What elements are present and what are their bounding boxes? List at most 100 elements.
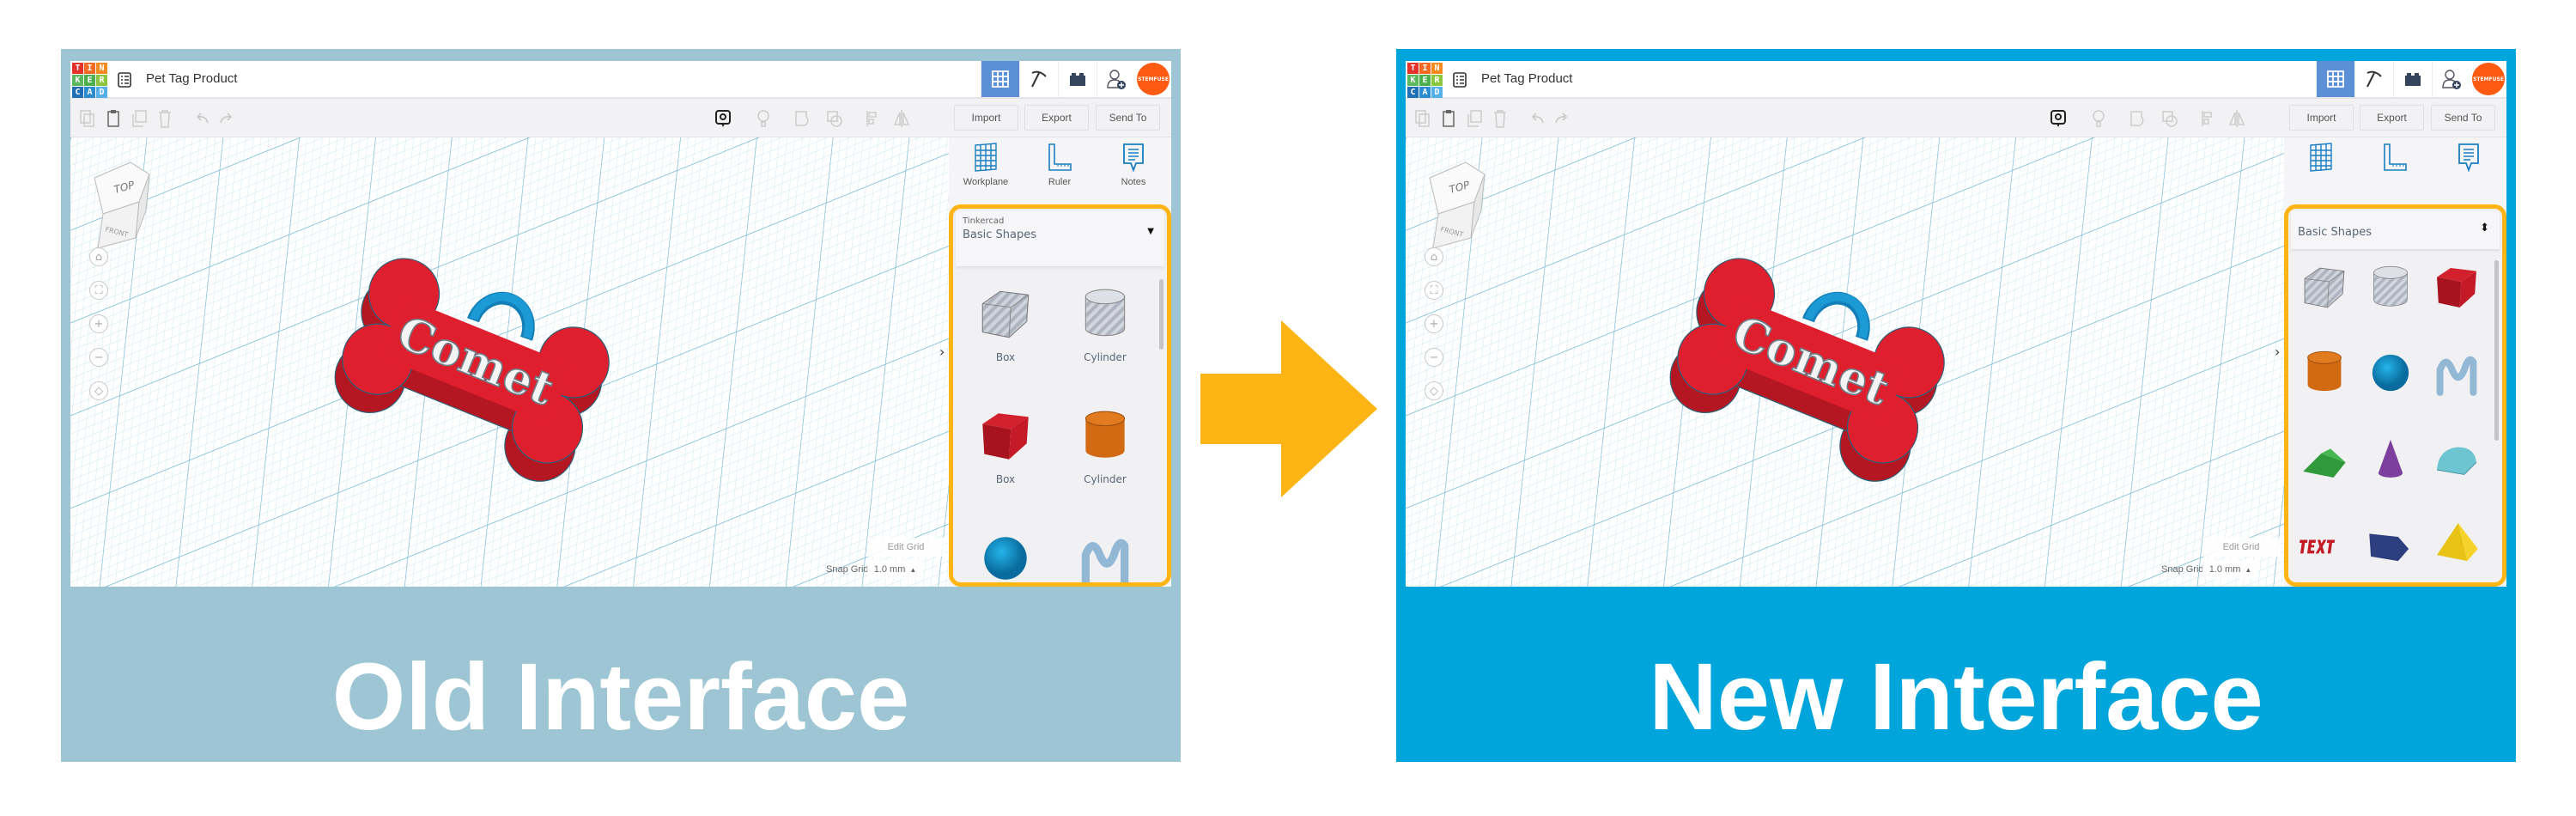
bricks-button[interactable]: [2393, 61, 2432, 97]
user-avatar[interactable]: STEMFUSE: [2472, 63, 2505, 95]
snap-grid-select[interactable]: 1.0 mm ▲: [2202, 560, 2258, 579]
import-button[interactable]: Import: [954, 105, 1018, 131]
zoom-out-button[interactable]: −: [1425, 348, 1443, 367]
shape-item-round-roof[interactable]: [2424, 427, 2490, 512]
shapes-scrollbar[interactable]: [1159, 279, 1163, 350]
redo-icon[interactable]: [1553, 109, 1571, 128]
shape-item-box[interactable]: [2424, 257, 2490, 342]
shape-item-box[interactable]: Box: [956, 398, 1055, 520]
light-bulb-icon[interactable]: [755, 109, 772, 128]
home-view-button[interactable]: ⌂: [1425, 247, 1443, 266]
collapse-panel-icon[interactable]: ›: [939, 344, 945, 360]
shape-category-dropdown[interactable]: Basic Shapes ⬍: [2291, 211, 2500, 249]
duplicate-icon[interactable]: [131, 109, 148, 128]
edit-grid-button[interactable]: Edit Grid: [2202, 538, 2280, 557]
send-to-button[interactable]: Send To: [1096, 105, 1160, 131]
undo-icon[interactable]: [193, 109, 210, 128]
tinkercad-logo[interactable]: TIN KER CAD: [72, 63, 107, 98]
library-source-label: Tinkercad: [963, 216, 1005, 226]
shape-item-cylinder[interactable]: [2291, 342, 2357, 427]
3d-design-button[interactable]: [981, 61, 1019, 97]
view-cube[interactable]: TOP FRONT: [86, 159, 155, 253]
shape-item-cone[interactable]: [2357, 427, 2423, 512]
workplane-tool[interactable]: [2284, 143, 2358, 199]
shape-item-sphere[interactable]: [956, 520, 1055, 582]
bricks-button[interactable]: [1058, 61, 1097, 97]
shape-category-dropdown[interactable]: Tinkercad Basic Shapes ▼: [956, 211, 1164, 266]
invite-user-button[interactable]: [2432, 61, 2470, 97]
logo-letter: E: [84, 75, 95, 86]
align-icon[interactable]: [865, 109, 882, 128]
shape-item-box-hole[interactable]: Box: [956, 276, 1055, 398]
import-button[interactable]: Import: [2289, 105, 2354, 131]
duplicate-icon[interactable]: [1466, 109, 1483, 128]
export-button[interactable]: Export: [1024, 105, 1089, 131]
light-bulb-icon[interactable]: [2090, 109, 2107, 128]
shape-item-cylinder-hole[interactable]: Cylinder: [1055, 276, 1155, 398]
ungroup-icon[interactable]: [2161, 109, 2178, 128]
user-avatar[interactable]: STEMFUSE: [1137, 63, 1170, 95]
zoom-in-button[interactable]: +: [89, 314, 108, 333]
copy-icon[interactable]: [1414, 109, 1431, 128]
align-icon[interactable]: [2200, 109, 2217, 128]
shape-item-roof[interactable]: [2291, 427, 2357, 512]
design-title[interactable]: Pet Tag Product: [1481, 71, 1572, 86]
view-cube[interactable]: TOP FRONT: [1421, 159, 1490, 253]
design-list-icon[interactable]: [118, 72, 131, 88]
fit-view-button[interactable]: ⛶: [1425, 281, 1443, 300]
collapse-panel-icon[interactable]: ›: [2275, 344, 2280, 360]
paste-icon[interactable]: [105, 109, 122, 128]
delete-icon[interactable]: [156, 109, 173, 128]
arrow-shape: [1200, 320, 1377, 497]
shape-item-sphere[interactable]: [2357, 342, 2423, 427]
logo-letter: K: [1407, 75, 1419, 86]
cylinder-hole-shape-icon: [2373, 265, 2408, 307]
notes-tool[interactable]: [2432, 143, 2506, 199]
snap-grid-select[interactable]: 1.0 mm ▲: [867, 560, 923, 579]
shape-item-cylinder-hole[interactable]: [2357, 257, 2423, 342]
zoom-out-button[interactable]: −: [89, 348, 108, 367]
notes-tool[interactable]: Notes: [1097, 143, 1170, 199]
edit-grid-button[interactable]: Edit Grid: [867, 538, 945, 557]
group-icon[interactable]: [2129, 109, 2147, 128]
redo-icon[interactable]: [218, 109, 235, 128]
paste-icon[interactable]: [1440, 109, 1457, 128]
shape-item-scribble[interactable]: [1055, 520, 1155, 582]
send-to-button[interactable]: Send To: [2431, 105, 2495, 131]
circuits-button[interactable]: [2354, 61, 2393, 97]
shape-item-text[interactable]: [2291, 512, 2357, 582]
group-icon[interactable]: [794, 109, 811, 128]
3d-design-button[interactable]: [2316, 61, 2354, 97]
perspective-button[interactable]: ◇: [89, 381, 108, 400]
ruler-tool[interactable]: [2358, 143, 2432, 199]
ruler-tool[interactable]: Ruler: [1023, 143, 1097, 199]
shape-item-cylinder[interactable]: Cylinder: [1055, 398, 1155, 520]
logo-letter: C: [1407, 87, 1419, 98]
workplane-tool[interactable]: Workplane: [949, 143, 1023, 199]
shape-item-pyramid[interactable]: [2424, 512, 2490, 582]
invite-user-button[interactable]: [1097, 61, 1135, 97]
pet-tag-model[interactable]: Comet: [1639, 241, 1983, 498]
ungroup-icon[interactable]: [826, 109, 843, 128]
perspective-button[interactable]: ◇: [1425, 381, 1443, 400]
undo-icon[interactable]: [1528, 109, 1546, 128]
fit-view-button[interactable]: ⛶: [89, 281, 108, 300]
design-title[interactable]: Pet Tag Product: [146, 71, 237, 86]
copy-icon[interactable]: [79, 109, 96, 128]
tinkercad-logo[interactable]: TIN KER CAD: [1407, 63, 1443, 98]
zoom-in-button[interactable]: +: [1425, 314, 1443, 333]
design-list-icon[interactable]: [1453, 72, 1467, 88]
shape-item-box-hole[interactable]: [2291, 257, 2357, 342]
notes-toggle-icon[interactable]: [2050, 109, 2067, 128]
delete-icon[interactable]: [1492, 109, 1509, 128]
mirror-icon[interactable]: [893, 109, 910, 128]
home-view-button[interactable]: ⌂: [89, 247, 108, 266]
shape-item-polygon[interactable]: [2357, 512, 2423, 582]
export-button[interactable]: Export: [2360, 105, 2424, 131]
circuits-button[interactable]: [1019, 61, 1058, 97]
shape-item-scribble[interactable]: [2424, 342, 2490, 427]
mirror-icon[interactable]: [2228, 109, 2245, 128]
notes-toggle-icon[interactable]: [714, 109, 732, 128]
shapes-scrollbar[interactable]: [2494, 260, 2499, 441]
pet-tag-model[interactable]: Comet: [304, 241, 647, 498]
